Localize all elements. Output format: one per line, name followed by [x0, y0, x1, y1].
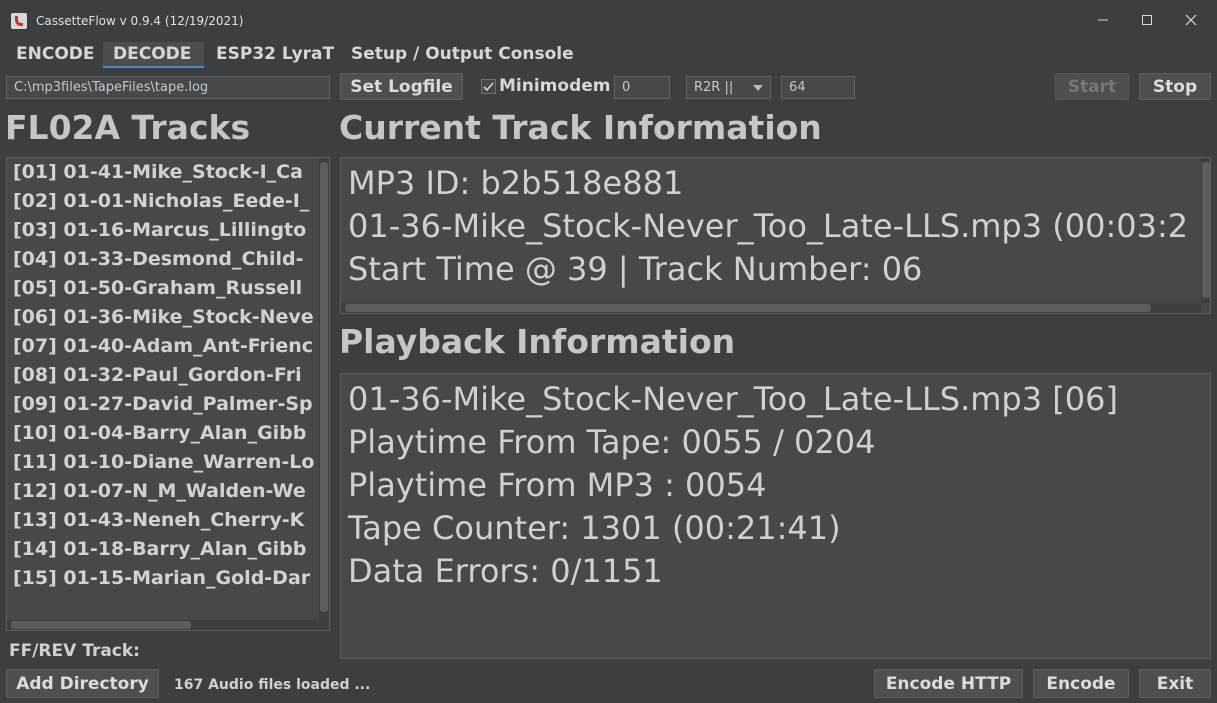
minimodem-label: Minimodem: [499, 76, 611, 96]
track-item-02[interactable]: [02] 01-01-Nicholas_Eede-I_: [13, 190, 309, 212]
tracks-heading: FL02A Tracks: [5, 108, 251, 147]
minimize-icon[interactable]: [1081, 0, 1125, 40]
java-app-icon: [11, 13, 27, 29]
minimodem-value-field[interactable]: 0: [614, 76, 670, 99]
close-icon[interactable]: [1169, 0, 1213, 40]
current-track-horizontal-scroll-thumb[interactable]: [345, 304, 1151, 312]
track-item-14[interactable]: [14] 01-18-Barry_Alan_Gibb: [13, 538, 306, 560]
current-track-horizontal-scrollbar[interactable]: [341, 303, 1201, 313]
set-logfile-button[interactable]: Set Logfile: [340, 73, 463, 100]
exit-button[interactable]: Exit: [1139, 669, 1211, 698]
ffrev-track-label: FF/REV Track:: [9, 641, 140, 661]
tracks-vertical-scroll-thumb[interactable]: [320, 162, 328, 612]
tab-decode[interactable]: DECODE: [103, 42, 204, 68]
track-item-05[interactable]: [05] 01-50-Graham_Russell: [13, 277, 302, 299]
track-item-15[interactable]: [15] 01-15-Marian_Gold-Dar: [13, 567, 310, 589]
mode-select[interactable]: R2R ||: [686, 76, 771, 99]
window-title: CassetteFlow v 0.9.4 (12/19/2021): [36, 14, 244, 28]
track-item-10[interactable]: [10] 01-04-Barry_Alan_Gibb: [13, 422, 306, 444]
add-directory-button[interactable]: Add Directory: [6, 669, 159, 698]
current-track-filename: 01-36-Mike_Stock-Never_Too_Late-LLS.mp3 …: [348, 207, 1189, 245]
stop-button[interactable]: Stop: [1139, 73, 1211, 100]
track-item-08[interactable]: [08] 01-32-Paul_Gordon-Fri: [13, 364, 302, 386]
current-track-mp3-id: MP3 ID: b2b518e881: [348, 164, 684, 202]
tab-setup-output-console[interactable]: Setup / Output Console: [341, 42, 584, 68]
track-item-11[interactable]: [11] 01-10-Diane_Warren-Lo: [13, 451, 314, 473]
track-item-03[interactable]: [03] 01-16-Marcus_Lillingto: [13, 219, 306, 241]
track-item-07[interactable]: [07] 01-40-Adam_Ant-Frienc: [13, 335, 313, 357]
tracks-horizontal-scrollbar[interactable]: [7, 620, 329, 630]
tracks-horizontal-scroll-thumb[interactable]: [11, 621, 191, 629]
track-item-06[interactable]: [06] 01-36-Mike_Stock-Neve: [13, 306, 314, 328]
start-button[interactable]: Start: [1055, 73, 1129, 100]
status-text: 167 Audio files loaded ...: [174, 677, 371, 693]
track-item-04[interactable]: [04] 01-33-Desmond_Child-: [13, 248, 304, 270]
dropdown-arrow-icon: [753, 85, 763, 91]
current-track-vertical-scrollbar[interactable]: [1201, 158, 1210, 303]
tracks-vertical-scrollbar[interactable]: [319, 158, 329, 620]
track-item-01[interactable]: [01] 01-41-Mike_Stock-I_Ca: [13, 161, 303, 183]
tracks-list[interactable]: [01] 01-41-Mike_Stock-I_Ca [02] 01-01-Ni…: [6, 157, 330, 631]
encode-button[interactable]: Encode: [1033, 669, 1129, 698]
current-track-panel: MP3 ID: b2b518e881 01-36-Mike_Stock-Neve…: [340, 157, 1211, 314]
mode-select-value: R2R ||: [694, 80, 734, 95]
baud-value-field[interactable]: 64: [781, 76, 855, 99]
current-track-start-time: Start Time @ 39 | Track Number: 06: [348, 250, 923, 288]
track-item-09[interactable]: [09] 01-27-David_Palmer-Sp: [13, 393, 313, 415]
tab-esp32-lyrat[interactable]: ESP32 LyraT: [206, 42, 344, 68]
current-track-heading: Current Track Information: [339, 108, 822, 147]
playback-mp3-time: Playtime From MP3 : 0054: [348, 466, 767, 504]
playback-tape-counter: Tape Counter: 1301 (00:21:41): [348, 509, 841, 547]
encode-http-button[interactable]: Encode HTTP: [874, 669, 1023, 698]
tab-encode[interactable]: ENCODE: [6, 42, 105, 68]
playback-data-errors: Data Errors: 0/1151: [348, 552, 663, 590]
checkbox-checked-icon[interactable]: [481, 79, 496, 94]
track-item-12[interactable]: [12] 01-07-N_M_Walden-We: [13, 480, 306, 502]
maximize-icon[interactable]: [1125, 0, 1169, 40]
playback-heading: Playback Information: [339, 322, 736, 361]
playback-filename: 01-36-Mike_Stock-Never_Too_Late-LLS.mp3 …: [348, 380, 1118, 418]
playback-panel: 01-36-Mike_Stock-Never_Too_Late-LLS.mp3 …: [340, 373, 1211, 659]
playback-tape-time: Playtime From Tape: 0055 / 0204: [348, 423, 876, 461]
logfile-path-field[interactable]: C:\mp3files\TapeFiles\tape.log: [6, 76, 330, 99]
current-track-vertical-scroll-thumb[interactable]: [1202, 162, 1210, 298]
track-item-13[interactable]: [13] 01-43-Neneh_Cherry-K: [13, 509, 304, 531]
